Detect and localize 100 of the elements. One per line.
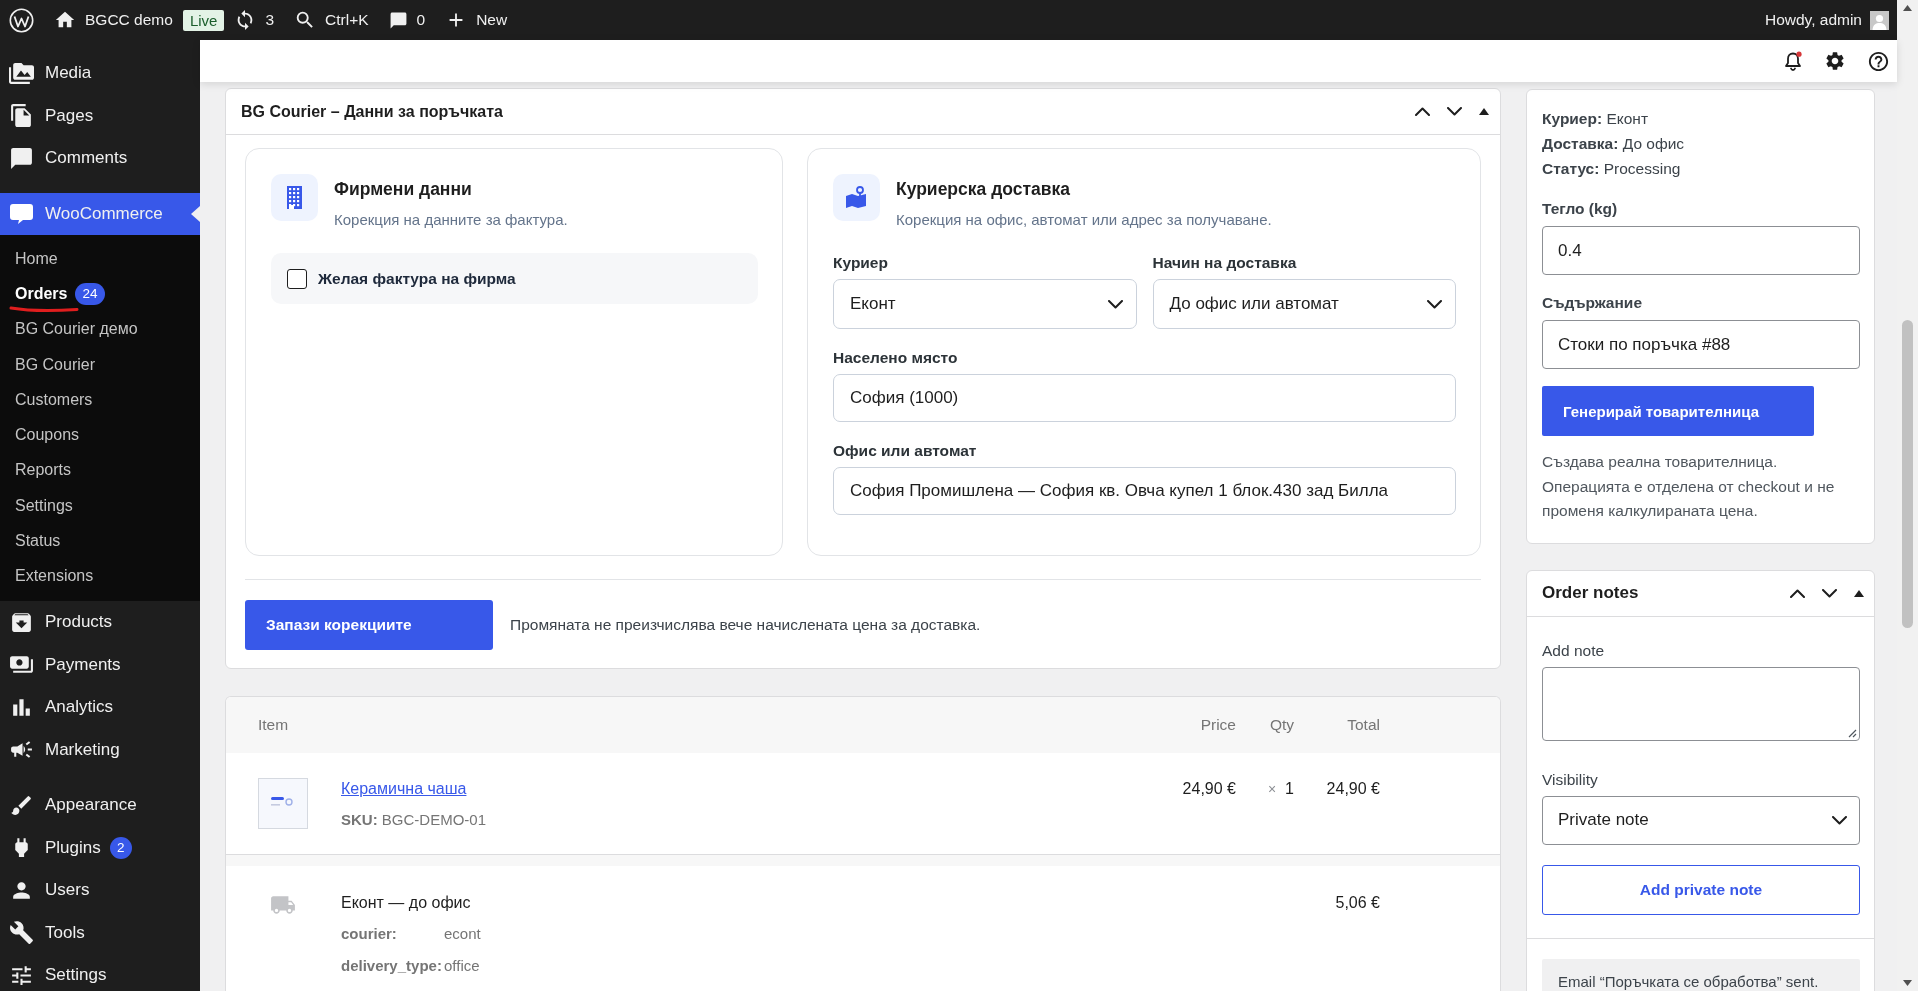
wrench-icon [9, 920, 34, 946]
field-label: Add note [1542, 640, 1606, 661]
documents-icon [9, 103, 34, 129]
count-badge: 24 [75, 282, 105, 305]
underline-mark [9, 305, 79, 313]
search-link[interactable]: Ctrl+K [284, 0, 379, 40]
avatar-icon [1870, 10, 1889, 30]
chevron-down-icon [1107, 299, 1123, 309]
menu-item[interactable]: Settings [0, 953, 200, 991]
price-cell-text: 24,90 € [1181, 779, 1236, 799]
settings-icon[interactable] [1824, 50, 1846, 72]
checkbox[interactable] [287, 268, 307, 289]
submenu-item[interactable]: Extensions [0, 558, 200, 594]
speech-bubble-icon [388, 10, 408, 30]
card-title: Фирмени данни [334, 178, 473, 201]
chevron-up-icon[interactable] [1790, 588, 1805, 598]
option-row[interactable]: Желая фактура на фирма [271, 253, 758, 304]
detail-line: Куриер: Еконт [1542, 109, 1649, 129]
field-label: Офис или автомат [833, 441, 978, 461]
column-header: Item [258, 716, 290, 734]
submenu-item[interactable]: Home [0, 241, 200, 277]
menu-item[interactable]: Plugins 2 [0, 826, 200, 869]
dropdown[interactable]: Еконт [833, 279, 1137, 329]
map-pin-icon [833, 174, 880, 221]
field-label: Тегло (kg) [1542, 199, 1619, 219]
submenu-item[interactable]: Coupons [0, 417, 200, 453]
count-badge: 2 [109, 836, 132, 859]
submenu-item[interactable]: Reports [0, 452, 200, 489]
new-content-link[interactable]: New [435, 0, 518, 40]
product-link[interactable]: Керамична чаша [341, 778, 467, 800]
checkbox-label: Желая фактура на фирма [318, 269, 516, 288]
dropdown[interactable]: Private note [1542, 795, 1860, 845]
chevron-down-icon[interactable] [1822, 588, 1837, 598]
save-button[interactable]: Запази корекциите [245, 600, 493, 650]
card-subtitle: Корекция на данните за фактура. [334, 210, 568, 230]
submenu-item[interactable]: Settings [0, 488, 200, 524]
menu-item[interactable]: Users [0, 868, 200, 912]
meta-key: delivery_type: [341, 955, 444, 977]
column-header: Price [1199, 716, 1236, 734]
field-label: Visibility [1542, 769, 1599, 790]
detail-line: Статус: Processing [1542, 159, 1682, 179]
logo-icon[interactable] [9, 7, 34, 33]
chevron-up-icon[interactable] [1415, 107, 1430, 116]
help-icon[interactable] [1867, 49, 1890, 73]
comments-link[interactable]: 0 [378, 0, 436, 40]
card-title: Куриерска доставка [896, 178, 1071, 201]
meta-key: courier: [341, 923, 444, 945]
menu-item[interactable]: Payments [0, 643, 200, 686]
sku-text: SKU: BGC-DEMO-01 [341, 810, 487, 830]
total-cell-text: 24,90 € [1325, 779, 1380, 799]
meta-value: office [444, 956, 481, 976]
bell-icon[interactable] [1783, 50, 1803, 72]
menu-item[interactable]: Tools [0, 911, 200, 954]
card-subtitle: Корекция на офис, автомат или адрес за получаване. [896, 210, 1272, 230]
submenu-item[interactable]: Customers [0, 382, 200, 418]
column-header: Total [1346, 716, 1380, 734]
submenu-item[interactable]: Orders 24 [0, 276, 200, 312]
field-label: Съдържание [1542, 293, 1643, 313]
note-textarea[interactable] [1542, 666, 1860, 741]
speech-bubble-icon [9, 202, 34, 225]
scroll-down-icon[interactable] [1903, 980, 1912, 986]
thumbnail-icon [258, 778, 308, 829]
submenu-item[interactable]: Status [0, 523, 200, 559]
caret-up-icon[interactable] [1854, 589, 1864, 597]
menu-item[interactable]: Media [0, 52, 200, 95]
field-label: Начин на доставка [1152, 253, 1298, 273]
field-label: Населено място [833, 348, 959, 368]
caret-up-icon[interactable] [1479, 108, 1489, 115]
chevron-down-icon[interactable] [1447, 107, 1462, 116]
panel-title: Order notes [1542, 583, 1640, 603]
add-note-button[interactable]: Add private note [1542, 864, 1860, 915]
generate-button[interactable]: Генерирай товарителница [1542, 386, 1814, 436]
chevron-down-icon [1427, 299, 1442, 309]
meta-value: econt [444, 924, 481, 944]
submenu-item[interactable]: BG Courier [0, 346, 200, 383]
submenu-item[interactable]: BG Courier демо [0, 311, 200, 347]
text-field[interactable]: София Промишлена — София кв. Овча купел 1 блок.430 зад Билла [833, 467, 1456, 515]
account-link[interactable]: Howdy, admin [1764, 10, 1889, 30]
scrollbar-thumb[interactable] [1902, 320, 1913, 628]
menu-item[interactable]: Products [0, 600, 200, 644]
resize-grip-icon[interactable] [1848, 728, 1857, 738]
text-field[interactable]: Стоки по поръчка #88 [1542, 320, 1860, 369]
panel-title: BG Courier – Данни за поръчката [241, 102, 504, 121]
text-field[interactable]: София (1000) [833, 374, 1456, 422]
menu-item[interactable]: Appearance [0, 783, 200, 827]
text-field[interactable]: 0.4 [1542, 226, 1860, 275]
menu-item[interactable]: Comments [0, 137, 200, 180]
total-cell-text: 5,06 € [1334, 893, 1380, 913]
menu-item[interactable]: Pages [0, 94, 200, 137]
menu-item[interactable]: Analytics [0, 685, 200, 729]
quantity-cell-text: 1 [1285, 779, 1294, 799]
menu-item[interactable]: WooCommerce [0, 192, 200, 235]
scroll-up-icon[interactable] [1903, 5, 1912, 11]
chevron-down-icon [1832, 815, 1847, 825]
speech-bubble-icon [9, 145, 34, 171]
dropdown[interactable]: До офис или автомат [1152, 279, 1456, 329]
updates-link[interactable]: 3 [224, 0, 285, 40]
site-link[interactable]: BGCC demo [44, 0, 183, 40]
menu-item[interactable]: Marketing [0, 728, 200, 771]
status-badge: Live [182, 9, 225, 31]
